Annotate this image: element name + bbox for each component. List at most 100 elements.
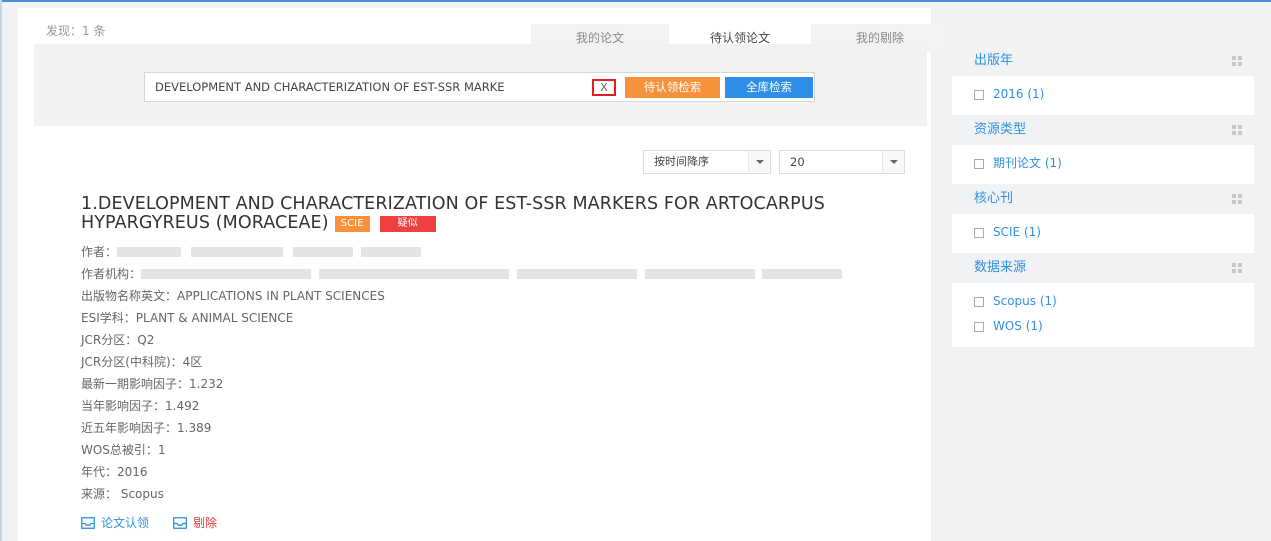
facet-option[interactable]: Scopus (1)	[974, 289, 1254, 314]
redacted-affiliation	[516, 269, 637, 279]
jcr-cas-field: JCR分区(中科院)：4区	[81, 351, 842, 373]
field-value: 1.232	[189, 377, 224, 391]
redacted-author	[292, 247, 353, 257]
checkbox[interactable]	[974, 89, 984, 100]
wos-citations-field: WOS总被引：1	[81, 439, 842, 461]
field-value: PLANT & ANIMAL SCIENCE	[135, 311, 294, 325]
facet-core-journal: 核心刊 SCIE (1)	[952, 184, 1254, 253]
checkbox[interactable]	[974, 227, 984, 238]
esi-field: ESI学科：PLANT & ANIMAL SCIENCE	[81, 307, 842, 329]
facet-option-label: SCIE (1)	[993, 225, 1041, 239]
five-year-if-field: 近五年影响因子：1.389	[81, 417, 842, 439]
publication-field: 出版物名称英文：APPLICATIONS IN PLANT SCIENCES	[81, 285, 842, 307]
affiliation-label: 作者机构：	[81, 267, 142, 281]
facet-option-label: Scopus (1)	[993, 294, 1057, 308]
facet-data-source: 数据来源 Scopus (1) WOS (1)	[952, 253, 1254, 347]
field-value: 1.492	[165, 399, 200, 413]
redacted-affiliation	[762, 269, 843, 279]
facet-publication-year: 出版年 2016 (1)	[952, 46, 1254, 115]
facet-body: SCIE (1)	[952, 214, 1254, 253]
search-area: X 待认领检索 全库检索	[34, 44, 927, 126]
grid-icon	[1232, 194, 1242, 204]
field-value: Scopus	[117, 487, 164, 501]
redacted-author	[360, 247, 421, 257]
remove-paper-button[interactable]: 剔除	[173, 514, 217, 531]
source-field: 来源： Scopus	[81, 483, 842, 505]
clear-search-button[interactable]: X	[592, 79, 616, 96]
field-label: 年代：	[81, 465, 118, 479]
search-input[interactable]	[155, 73, 585, 101]
redacted-affiliation	[141, 269, 312, 279]
facet-title: 核心刊	[974, 191, 1014, 206]
facet-resource-type: 资源类型 期刊论文 (1)	[952, 115, 1254, 184]
grid-icon	[1232, 125, 1242, 135]
field-value: 2016	[117, 465, 148, 479]
remove-paper-label: 剔除	[193, 516, 218, 530]
scie-badge: SCIE	[334, 216, 370, 232]
chevron-down-icon	[882, 151, 904, 173]
facet-option[interactable]: WOS (1)	[974, 314, 1254, 339]
latest-if-field: 最新一期影响因子：1.232	[81, 373, 842, 395]
sort-select[interactable]: 按时间降序	[643, 150, 771, 174]
result-title[interactable]: 1.DEVELOPMENT AND CHARACTERIZATION OF ES…	[81, 195, 901, 233]
facet-option-label: 期刊论文 (1)	[993, 156, 1062, 170]
window-top-border	[0, 0, 1271, 2]
all-search-button[interactable]: 全库检索	[725, 77, 813, 98]
affiliation-field: 作者机构：	[81, 263, 843, 285]
facet-option[interactable]: SCIE (1)	[974, 220, 1254, 245]
facet-header[interactable]: 数据来源	[952, 253, 1254, 283]
facet-option[interactable]: 2016 (1)	[974, 82, 1254, 107]
facet-sidebar: 出版年 2016 (1) 资源类型 期刊论文 (1) 核心刊 SCIE (1) …	[952, 46, 1254, 347]
grid-icon	[1232, 56, 1242, 66]
inbox-icon	[173, 516, 187, 529]
similar-badge: 疑似	[379, 216, 436, 232]
facet-header[interactable]: 出版年	[952, 46, 1254, 76]
facet-title: 出版年	[974, 53, 1014, 68]
inbox-icon	[81, 516, 95, 529]
year-if-field: 当年影响因子：1.492	[81, 395, 842, 417]
field-label: 当年影响因子：	[81, 399, 166, 413]
grid-icon	[1232, 263, 1242, 273]
result-fields: 作者： 作者机构： 出版物名称英文：APPLICATIONS IN PLANT …	[81, 241, 843, 505]
facet-title: 数据来源	[974, 260, 1027, 275]
page-size-value: 20	[790, 155, 805, 169]
chevron-down-icon	[748, 151, 770, 173]
field-value: 4区	[182, 355, 203, 369]
field-label: 来源：	[81, 487, 118, 501]
pending-search-button[interactable]: 待认领检索	[625, 77, 720, 98]
jcr-field: JCR分区：Q2	[81, 329, 842, 351]
checkbox[interactable]	[974, 321, 984, 332]
facet-header[interactable]: 资源类型	[952, 115, 1254, 145]
author-label: 作者：	[81, 245, 118, 259]
facet-header[interactable]: 核心刊	[952, 184, 1254, 214]
page-size-select[interactable]: 20	[779, 150, 905, 174]
field-label: 近五年影响因子：	[81, 421, 178, 435]
facet-title: 资源类型	[974, 122, 1027, 137]
redacted-author	[190, 247, 283, 257]
facet-option-label: 2016 (1)	[993, 87, 1045, 101]
result-title-text: 1.DEVELOPMENT AND CHARACTERIZATION OF ES…	[81, 194, 825, 233]
redacted-author	[117, 247, 182, 257]
year-field: 年代：2016	[81, 461, 842, 483]
facet-option-label: WOS (1)	[993, 319, 1043, 333]
claim-paper-label: 论文认领	[101, 516, 150, 530]
field-label: ESI学科：	[81, 311, 136, 325]
redacted-affiliation	[644, 269, 755, 279]
window-left-border	[0, 0, 2, 541]
field-value: Q2	[137, 333, 155, 347]
field-label: 最新一期影响因子：	[81, 377, 190, 391]
field-label: JCR分区(中科院)：	[81, 355, 183, 369]
facet-option[interactable]: 期刊论文 (1)	[974, 151, 1254, 176]
field-label: WOS总被引：	[81, 443, 158, 457]
checkbox[interactable]	[974, 158, 984, 169]
sort-select-value: 按时间降序	[654, 155, 709, 168]
field-value: 1.389	[177, 421, 212, 435]
result-actions: 论文认领 剔除	[81, 514, 241, 531]
claim-paper-button[interactable]: 论文认领	[81, 514, 149, 531]
result-count: 发现：1 条	[46, 24, 106, 38]
checkbox[interactable]	[974, 296, 984, 307]
facet-body: 2016 (1)	[952, 76, 1254, 115]
field-value: APPLICATIONS IN PLANT SCIENCES	[177, 289, 385, 303]
redacted-affiliation	[318, 269, 509, 279]
search-box: X 待认领检索 全库检索	[144, 72, 815, 102]
